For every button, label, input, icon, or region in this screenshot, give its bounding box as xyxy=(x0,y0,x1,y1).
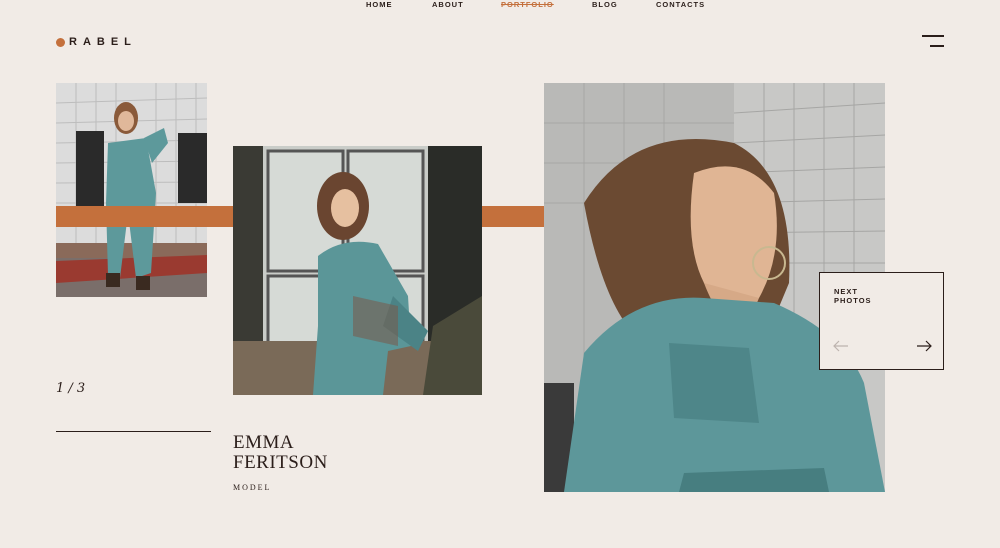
portfolio-photo-1[interactable] xyxy=(56,83,207,297)
nav-home[interactable]: HOME xyxy=(366,0,393,9)
nav-contacts[interactable]: CONTACTS xyxy=(656,0,705,9)
model-last-name: FERITSON xyxy=(233,452,328,473)
model-name: EMMA FERITSON xyxy=(233,433,328,473)
nav-portfolio[interactable]: PORTFOLIO xyxy=(501,0,554,9)
nav-about[interactable]: ABOUT xyxy=(432,0,464,9)
brand-logo[interactable]: RABEL xyxy=(56,36,137,48)
hamburger-menu-icon[interactable] xyxy=(922,35,944,49)
model-role: MODEL xyxy=(233,483,272,492)
model-first-name: EMMA xyxy=(233,432,295,453)
accent-bar-left xyxy=(56,206,233,227)
arrow-left-icon[interactable] xyxy=(833,339,849,352)
logo-dot-icon xyxy=(56,37,65,47)
logo-text: RABEL xyxy=(69,36,137,48)
divider-line xyxy=(56,431,211,432)
arrow-right-icon[interactable] xyxy=(916,339,932,352)
nav-blog[interactable]: BLOG xyxy=(592,0,618,9)
slide-counter: 1 / 3 xyxy=(56,381,86,396)
portfolio-photo-2[interactable] xyxy=(233,146,482,395)
next-photos-panel: NEXT PHOTOS xyxy=(819,272,944,370)
next-photos-label: NEXT PHOTOS xyxy=(834,287,872,305)
